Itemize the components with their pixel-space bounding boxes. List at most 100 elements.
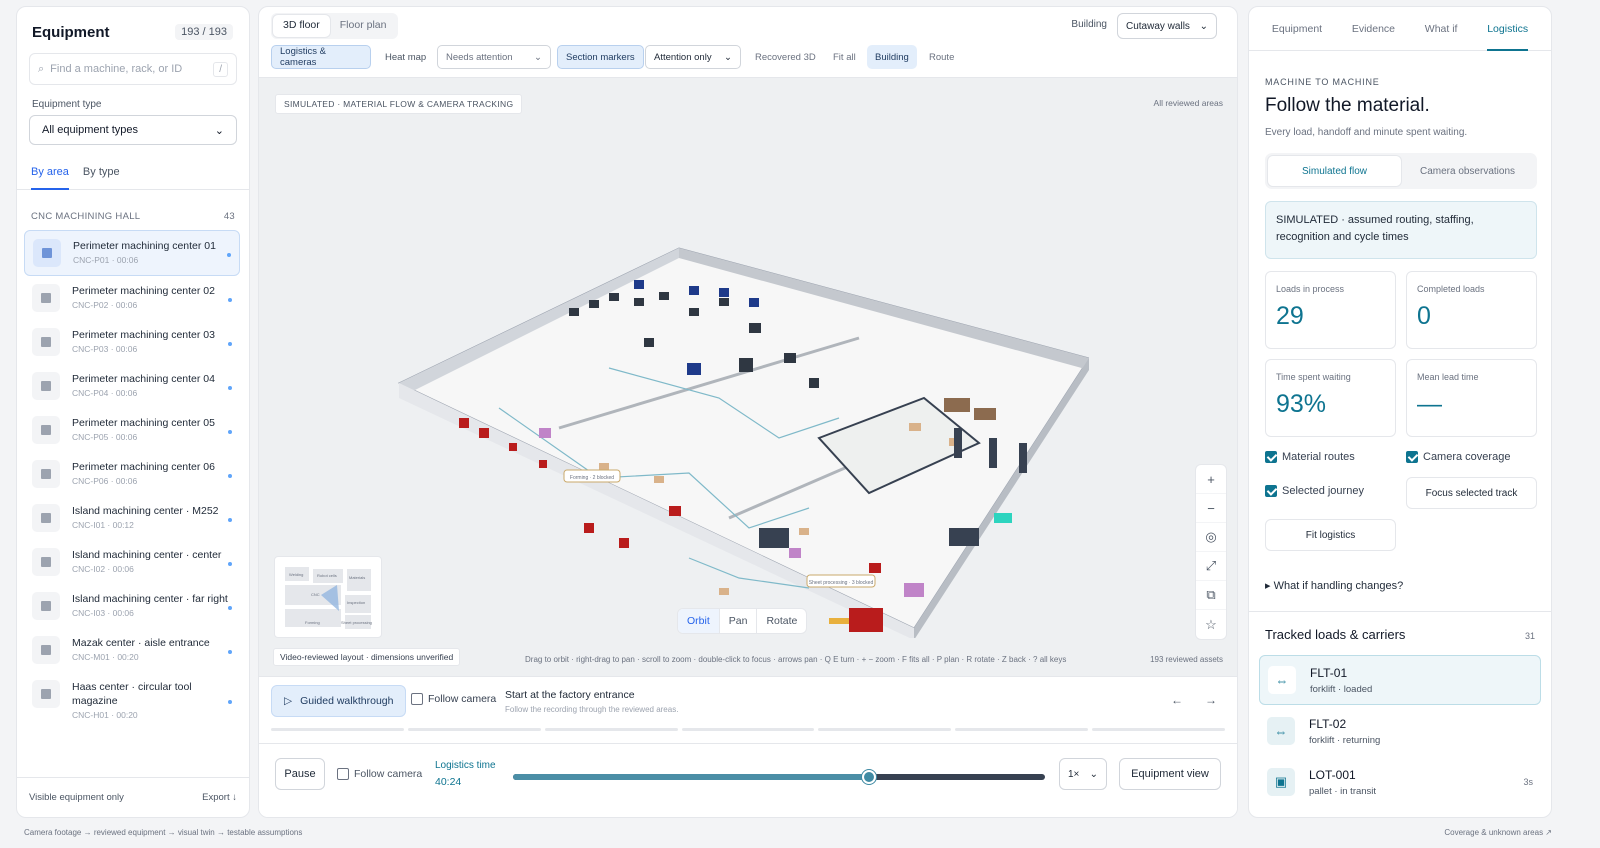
timeline-fill: [513, 774, 870, 780]
equipment-list-item[interactable]: Haas center · circular tool magazine CNC-…: [24, 672, 240, 728]
equipment-type-select[interactable]: All equipment types ⌄: [29, 115, 237, 145]
export-button[interactable]: Export ↓: [202, 792, 237, 803]
3d-viewport[interactable]: SIMULATED · MATERIAL FLOW & CAMERA TRACK…: [259, 77, 1237, 677]
equipment-list-item[interactable]: Island machining center · center CNC-I02 …: [24, 540, 240, 584]
camera-observations-button[interactable]: Camera observations: [1401, 156, 1534, 186]
equipment-list-item[interactable]: Island machining center · M252 CNC-I01 · …: [24, 496, 240, 540]
chip-logistics-cameras[interactable]: Logistics & cameras: [271, 45, 371, 69]
star-icon[interactable]: ☆: [1196, 610, 1226, 639]
follow-camera-toggle[interactable]: Follow camera: [411, 693, 496, 705]
track-item[interactable]: ▣ LOT-001 pallet · in transit 3s: [1259, 757, 1541, 807]
timeline-handle[interactable]: [862, 770, 877, 784]
zoom-out-button[interactable]: −: [1196, 494, 1226, 523]
search-input[interactable]: ⌕ Find a machine, rack, or ID /: [29, 53, 237, 85]
machine-icon: [32, 460, 60, 488]
equipment-id: CNC-H01 · 00:20: [72, 710, 138, 720]
equipment-list-item[interactable]: Perimeter machining center 03 CNC-P03 · 0…: [24, 320, 240, 364]
viewport-panel: 3D floor Floor plan Building Cutaway wal…: [258, 6, 1238, 818]
status-dot: [228, 298, 232, 302]
tab-floor-plan[interactable]: Floor plan: [330, 15, 397, 37]
equipment-list-item[interactable]: Perimeter machining center 06 CNC-P06 · 0…: [24, 452, 240, 496]
factory-3d-model[interactable]: Forming · 2 blocked Sheet processing · 3…: [389, 228, 1089, 638]
stat-label: Loads in process: [1276, 284, 1345, 294]
visible-only-toggle[interactable]: Visible equipment only: [29, 792, 124, 803]
stat-value: —: [1417, 390, 1442, 418]
tab-3d-floor[interactable]: 3D floor: [273, 15, 330, 37]
orbit-mode-button[interactable]: Orbit: [678, 609, 720, 633]
camera-coverage-toggle[interactable]: Camera coverage: [1406, 451, 1510, 463]
building-select[interactable]: Cutaway walls ⌄: [1117, 13, 1217, 39]
equipment-list-item[interactable]: Mazak center · aisle entrance CNC-M01 · 0…: [24, 628, 240, 672]
minimap-drawing: Welding Robot cells Materials CNC Inspec…: [285, 567, 372, 629]
equipment-count-badge: 193 / 193: [175, 24, 233, 40]
minimap-label: Welding: [289, 572, 303, 577]
pallet-icon: ▣: [1267, 768, 1295, 796]
track-status: forklift · loaded: [1310, 683, 1373, 695]
simulated-flow-button[interactable]: Simulated flow: [1268, 156, 1401, 186]
fit-logistics-button[interactable]: Fit logistics: [1265, 519, 1396, 551]
pan-mode-button[interactable]: Pan: [720, 609, 758, 633]
what-if-disclosure[interactable]: ▸ What if handling changes?: [1265, 579, 1403, 592]
equipment-view-button[interactable]: Equipment view: [1119, 758, 1221, 790]
progress-step: [1092, 728, 1226, 731]
timeline-slider[interactable]: [513, 770, 1045, 784]
minimap[interactable]: Welding Robot cells Materials CNC Inspec…: [274, 556, 382, 638]
material-routes-toggle[interactable]: Material routes: [1265, 451, 1355, 463]
pause-button[interactable]: Pause: [275, 758, 325, 790]
guided-walkthrough-button[interactable]: ▷ Guided walkthrough: [271, 685, 407, 717]
chip-heat-map[interactable]: Heat map: [377, 45, 434, 69]
rotate-mode-button[interactable]: Rotate: [757, 609, 806, 633]
chip-recovered-3d[interactable]: Recovered 3D: [747, 45, 824, 69]
machine-icon: [32, 372, 60, 400]
camera-coverage-checkbox[interactable]: [1406, 451, 1418, 463]
arrow-left-icon[interactable]: ←: [1171, 693, 1183, 707]
camera-coverage-label: Camera coverage: [1423, 451, 1511, 463]
follow-camera-toggle-playback[interactable]: Follow camera: [337, 768, 422, 780]
equipment-list-item[interactable]: Perimeter machining center 05 CNC-P05 · 0…: [24, 408, 240, 452]
tab-logistics[interactable]: Logistics: [1487, 7, 1529, 51]
machine-icon: [32, 592, 60, 620]
arrow-right-icon[interactable]: →: [1205, 693, 1217, 707]
viewport-controls: + − ◎ ⤢ ⧉ ☆: [1195, 464, 1227, 640]
progress-step: [955, 728, 1089, 731]
swap-arrows-icon: ⇔: [1268, 666, 1296, 694]
section-eyebrow: MACHINE TO MACHINE: [1265, 77, 1380, 87]
focus-selected-track-button[interactable]: Focus selected track: [1406, 477, 1537, 509]
target-icon[interactable]: ◎: [1196, 523, 1226, 552]
track-item[interactable]: ⇔ FLT-01 forklift · loaded: [1259, 655, 1541, 705]
chip-route[interactable]: Route: [921, 45, 962, 69]
equipment-list-item[interactable]: Perimeter machining center 02 CNC-P02 · 0…: [24, 276, 240, 320]
layers-icon[interactable]: ⧉: [1196, 581, 1226, 610]
tab-what-if[interactable]: What if: [1425, 7, 1458, 51]
tab-by-type[interactable]: By type: [83, 162, 120, 190]
chip-section-markers[interactable]: Section markers: [557, 45, 644, 69]
attention-only-select[interactable]: Attention only ⌄: [645, 45, 741, 69]
status-dot: [228, 342, 232, 346]
coverage-link[interactable]: Coverage & unknown areas ↗: [1444, 828, 1552, 837]
track-item[interactable]: ⇔ FLT-02 forklift · returning: [1259, 706, 1541, 756]
tab-evidence[interactable]: Evidence: [1352, 7, 1395, 51]
needs-attention-select[interactable]: Needs attention ⌄: [437, 45, 551, 69]
equipment-id: CNC-I01 · 00:12: [72, 520, 134, 530]
chip-building[interactable]: Building: [867, 45, 917, 69]
equipment-list-item[interactable]: Perimeter machining center 04 CNC-P04 · 0…: [24, 364, 240, 408]
chip-fit-all[interactable]: Fit all: [825, 45, 864, 69]
status-dot: [228, 562, 232, 566]
selected-journey-checkbox[interactable]: [1265, 485, 1277, 497]
expand-icon[interactable]: ⤢: [1196, 552, 1226, 581]
inspector-tabs: Equipment Evidence What if Logistics: [1249, 7, 1551, 51]
tab-by-area[interactable]: By area: [31, 162, 69, 190]
tab-equipment[interactable]: Equipment: [1272, 7, 1322, 51]
zoom-in-button[interactable]: +: [1196, 465, 1226, 494]
equipment-name: Perimeter machining center 02: [72, 285, 215, 297]
panel-title: Equipment: [32, 24, 110, 41]
material-routes-checkbox[interactable]: [1265, 451, 1277, 463]
equipment-list-item[interactable]: Perimeter machining center 01 CNC-P01 · 0…: [24, 230, 240, 276]
walkthrough-nav: ← →: [1171, 693, 1217, 707]
follow-camera-checkbox[interactable]: [337, 768, 349, 780]
follow-camera-checkbox[interactable]: [411, 693, 423, 705]
speed-select[interactable]: 1× ⌄: [1059, 758, 1107, 790]
selected-journey-label: Selected journey: [1282, 485, 1364, 497]
selected-journey-toggle[interactable]: Selected journey: [1265, 485, 1364, 497]
equipment-list-item[interactable]: Island machining center · far right CNC-I…: [24, 584, 240, 628]
